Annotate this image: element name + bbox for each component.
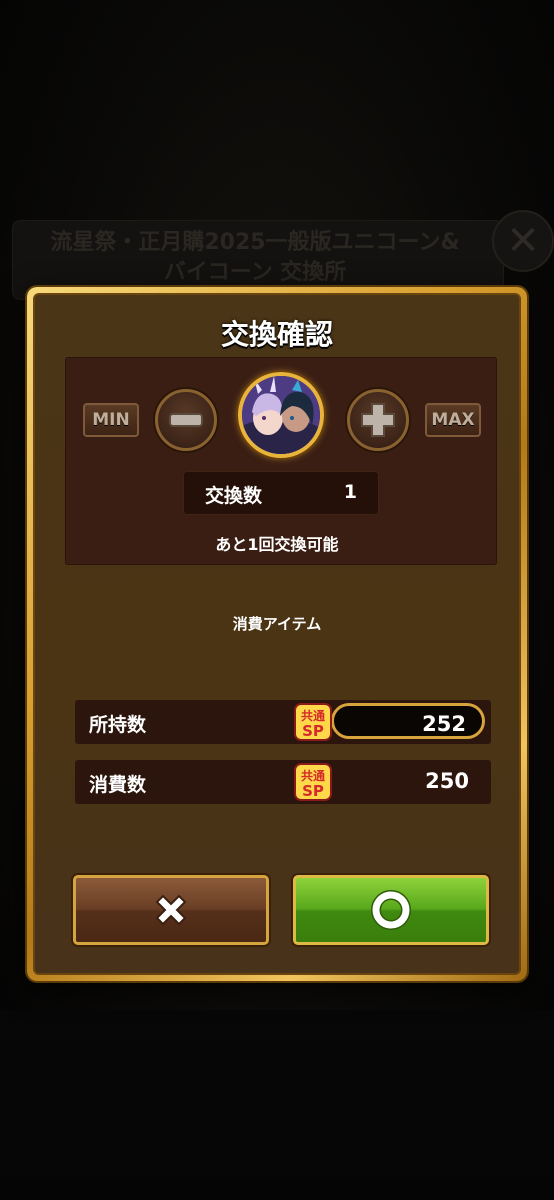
confirm-button[interactable] — [293, 875, 489, 945]
exchange-count-value: 1 — [343, 481, 357, 503]
max-button[interactable]: MAX — [425, 403, 481, 437]
sp-currency-icon: 共通 SP — [294, 763, 332, 801]
consume-count-value: 250 — [425, 769, 469, 793]
close-x-icon — [155, 894, 187, 926]
cancel-button[interactable] — [73, 875, 269, 945]
screen: 流星祭・正月購2025一般版ユニコーン&バイコーン 交換所 ✕ 交換確認 MIN — [0, 0, 554, 1200]
owned-count-value-box: 252 — [331, 703, 485, 739]
svg-text:共通: 共通 — [301, 768, 325, 783]
background-bottom — [0, 1010, 554, 1200]
exchange-confirm-dialog: 交換確認 MIN MAX 交換数 1 あと1回交換可能 消費アイテム 所持数 2… — [27, 287, 527, 981]
svg-text:SP: SP — [302, 782, 324, 800]
sp-currency-icon: 共通 SP — [294, 703, 332, 741]
circle-o-icon — [371, 890, 411, 930]
reward-avatar — [238, 372, 324, 458]
consume-count-label: 消費数 — [89, 774, 147, 796]
plus-icon — [361, 403, 395, 437]
min-button[interactable]: MIN — [83, 403, 139, 437]
consume-count-row: 消費数 250 共通 SP — [75, 760, 491, 804]
dialog-title: 交換確認 — [220, 318, 333, 351]
minus-icon — [169, 413, 203, 427]
background-close-icon: ✕ — [492, 210, 554, 272]
consume-count-value-box: 250 — [331, 763, 485, 799]
dialog-body: 交換確認 MIN MAX 交換数 1 あと1回交換可能 消費アイテム 所持数 2… — [33, 293, 521, 975]
owned-count-label: 所持数 — [89, 714, 147, 736]
character-portrait-icon — [242, 376, 320, 454]
svg-text:SP: SP — [302, 722, 324, 740]
exchange-count-label: 交換数 — [205, 485, 263, 507]
remaining-exchanges-text: あと1回交換可能 — [215, 535, 339, 554]
svg-text:共通: 共通 — [301, 708, 325, 723]
owned-count-row: 所持数 252 共通 SP — [75, 700, 491, 744]
owned-count-value: 252 — [422, 712, 466, 736]
increase-button[interactable] — [347, 389, 409, 451]
consume-items-title: 消費アイテム — [232, 615, 322, 633]
exchange-count-box: 交換数 1 — [183, 471, 379, 515]
background-header-title: 流星祭・正月購2025一般版ユニコーン&バイコーン 交換所 — [50, 230, 460, 285]
decrease-button[interactable] — [155, 389, 217, 451]
